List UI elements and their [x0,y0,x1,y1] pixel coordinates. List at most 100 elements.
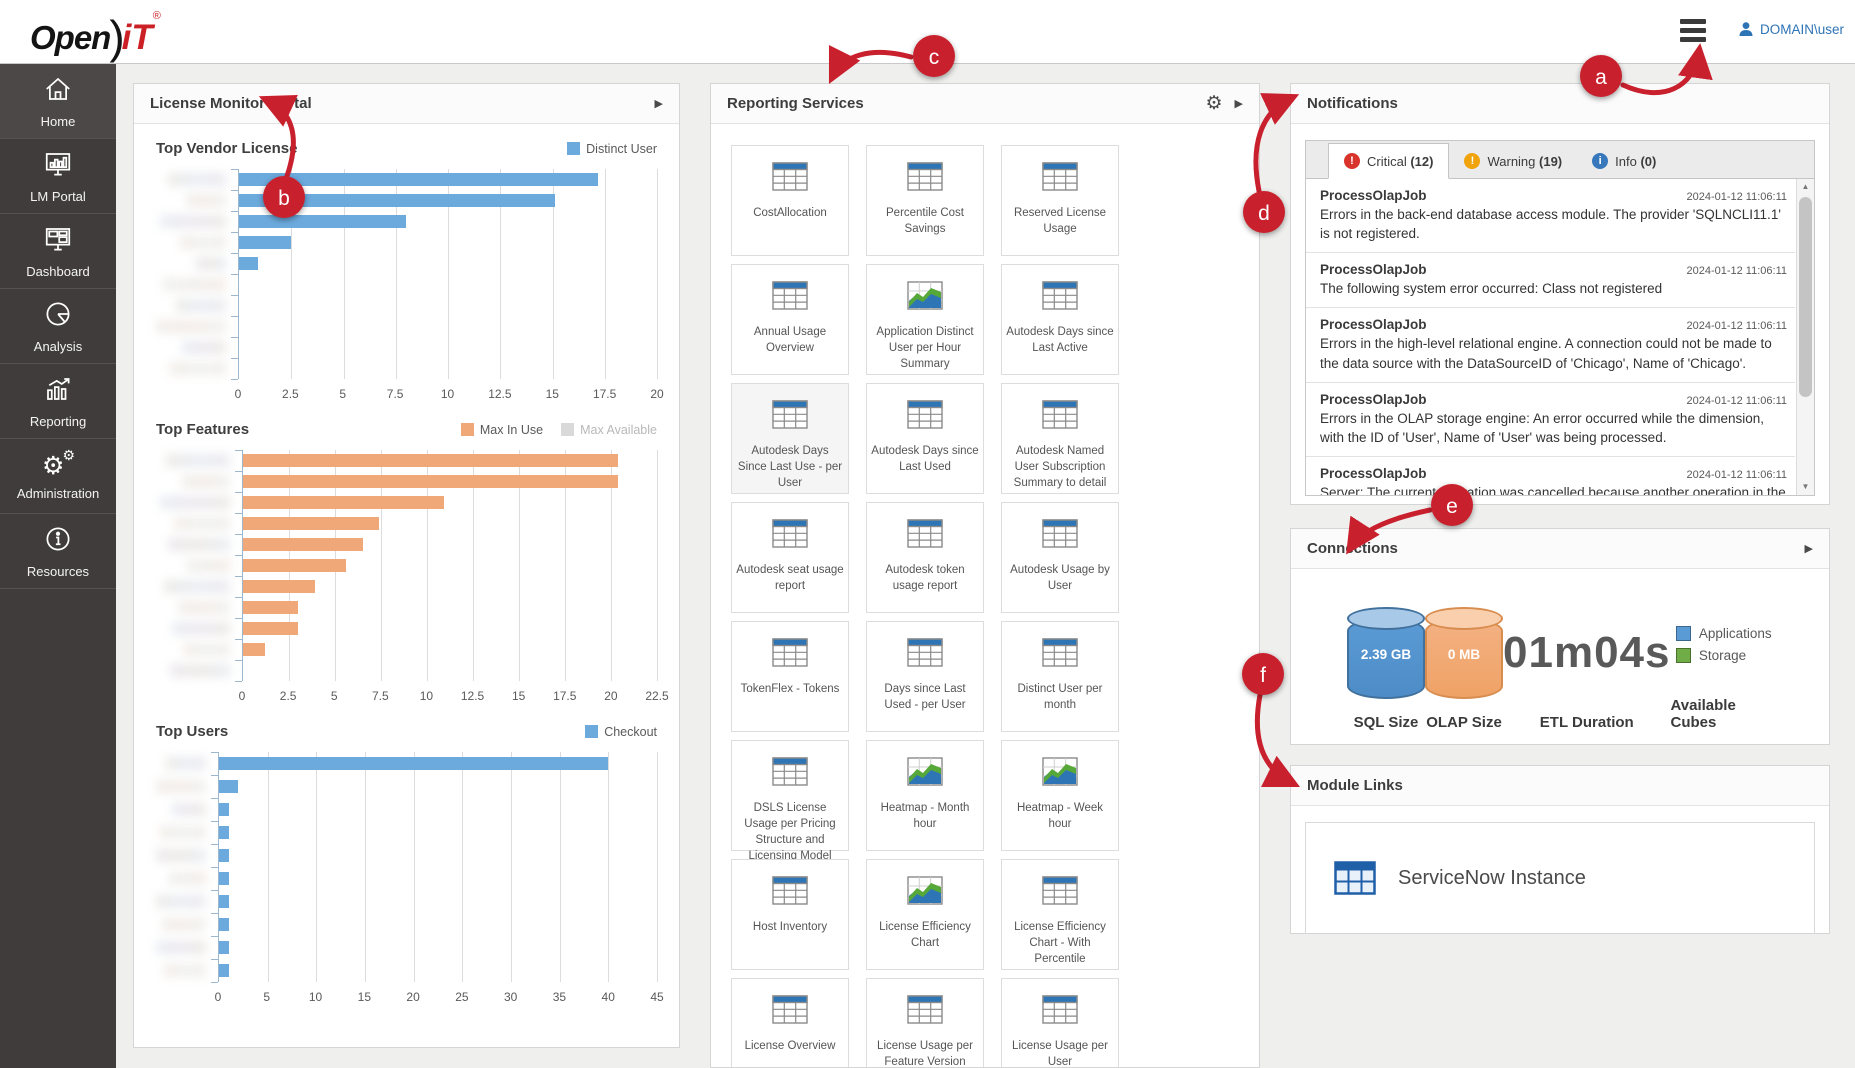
bar [243,475,619,488]
legend-item[interactable]: Checkout [585,725,657,739]
legend-label: Distinct User [586,141,657,156]
expand-panel-icon[interactable]: ▶ [655,97,663,110]
expand-panel-icon[interactable]: ▶ [1235,97,1243,110]
x-tick-label: 7.5 [371,689,389,703]
scrollbar-thumb[interactable] [1799,197,1812,397]
notifications-scrollbar[interactable]: ▲ ▼ [1796,179,1814,495]
report-tile[interactable]: Autodesk Days since Last Active [1001,264,1119,375]
expand-panel-icon[interactable]: ▶ [1805,542,1813,555]
sidebar-item-label: Analysis [33,338,83,354]
x-tick-label: 2.5 [279,689,297,703]
bar [219,941,229,954]
report-tile[interactable]: License Efficiency Chart - With Percenti… [1001,859,1119,970]
report-tile[interactable]: CostAllocation [731,145,849,256]
report-tile-label: License Usage per User [1012,1040,1108,1068]
etl-duration-value: 01m04s [1503,627,1671,677]
report-tile-label: Distinct User per month [1017,683,1103,711]
license-monitor-panel: License Monitor Portal ▶ Top Vendor Lice… [133,83,680,1048]
report-tile-label: License Efficiency Chart [879,921,971,949]
legend-item[interactable]: Max Available [561,423,657,437]
connections-header: Connections ▶ [1291,529,1829,569]
report-tile[interactable]: TokenFlex - Tokens [731,621,849,732]
report-chart-icon [907,876,943,910]
sidebar-item-label: LM Portal [30,188,86,204]
tab-warning[interactable]: ! Warning (19) [1449,144,1577,178]
report-tile[interactable]: License Efficiency Chart [866,859,984,970]
report-tile[interactable]: Autodesk seat usage report [731,502,849,613]
redacted-y-label [196,257,226,270]
notification-row[interactable]: ProcessOlapJob 2024-01-12 11:06:11 Errors … [1306,383,1795,458]
redacted-y-label [160,826,206,839]
scroll-down-icon[interactable]: ▼ [1797,479,1814,495]
tab-critical[interactable]: ! Critical (12) [1328,143,1450,179]
x-tick-label: 0 [214,990,222,1004]
sidebar-item-administration[interactable]: ⚙ ⚙ Administration [0,439,116,514]
bar [243,601,299,614]
panel-title: License Monitor Portal [150,95,312,112]
report-tile[interactable]: Annual Usage Overview [731,264,849,375]
report-tile[interactable]: License Usage per Feature Version [866,978,984,1067]
bar [219,803,229,816]
report-tile[interactable]: DSLS License Usage per Pricing Structure… [731,740,849,862]
legend-swatch-icon [561,423,575,436]
report-tile[interactable]: Heatmap - Week hour [1001,740,1119,851]
report-tile[interactable]: Autodesk Named User Subscription Summary… [1001,383,1119,494]
report-tile[interactable]: Application Distinct User per Hour Summa… [866,264,984,375]
redacted-y-label [186,559,230,572]
redacted-y-label [168,173,226,186]
notification-row[interactable]: ProcessOlapJob 2024-01-12 11:06:11 Errors … [1306,308,1795,383]
notification-list: ProcessOlapJob 2024-01-12 11:06:11 Errors … [1306,179,1814,495]
etl-duration-metric: 01m04s ETL Duration [1503,591,1671,732]
report-tile[interactable]: Host Inventory [731,859,849,970]
redacted-y-label [162,918,206,931]
sidebar-item-home[interactable]: Home [0,64,116,139]
legend-item[interactable]: Distinct User [567,142,657,156]
notification-row[interactable]: ProcessOlapJob 2024-01-12 11:06:11 Server:… [1306,457,1795,495]
sidebar-item-lm-portal[interactable]: LM Portal [0,139,116,214]
legend-label: Storage [1698,647,1747,663]
gear-icon[interactable]: ⚙ [1205,94,1222,113]
sidebar-item-resources[interactable]: Resources [0,514,116,589]
report-tile[interactable]: Distinct User per month [1001,621,1119,732]
sidebar-item-analysis[interactable]: Analysis [0,289,116,364]
sidebar-item-reporting[interactable]: Reporting [0,364,116,439]
report-tile[interactable]: Heatmap - Month hour [866,740,984,851]
servicenow-link[interactable]: ServiceNow Instance [1305,822,1815,933]
sidebar-item-label: Reporting [29,413,87,429]
report-tile[interactable]: License Usage per User [1001,978,1119,1068]
report-tile[interactable]: License Overview [731,978,849,1067]
report-tile[interactable]: Reserved License Usage [1001,145,1119,256]
chart-top-features: Top Features Max In Use Max Available 0 2.5 5… [134,405,679,707]
legend-item[interactable]: Max In Use [460,423,543,437]
tab-info[interactable]: i Info (0) [1577,144,1671,178]
report-tile-label: Autodesk Days since Last Used [871,445,979,473]
sidebar-item-dashboard[interactable]: Dashboard [0,214,116,289]
reporting-services-panel: Reporting Services ⚙ ▶ CostAllocation Per… [710,83,1260,1068]
hamburger-menu-icon[interactable] [1680,19,1706,45]
report-tile-label: Host Inventory [752,921,828,933]
report-tile[interactable]: Autodesk Days Since Last Use - per User [731,383,849,494]
notification-row[interactable]: ProcessOlapJob 2024-01-12 11:06:11 The fol… [1306,253,1795,309]
user-menu[interactable]: DOMAIN\user [1738,21,1844,37]
notification-source: ProcessOlapJob [1320,391,1427,407]
redacted-y-label [176,299,226,312]
legend-label: Applications [1698,625,1772,641]
report-tile[interactable]: Days since Last Used - per User [866,621,984,732]
notification-row[interactable]: ProcessOlapJob 2024-01-12 11:06:11 Errors … [1306,179,1795,254]
chart-title: Top Vendor License [156,140,298,157]
scroll-up-icon[interactable]: ▲ [1797,179,1814,195]
bar [219,918,229,931]
report-tile[interactable]: Autodesk Days since Last Used [866,383,984,494]
legend-swatch-icon [1675,647,1691,663]
x-tick-label: 5 [330,689,338,703]
report-tile[interactable]: Percentile Cost Savings [866,145,984,256]
report-tile[interactable]: Autodesk token usage report [866,502,984,613]
x-tick-label: 5 [339,387,347,401]
sidebar-item-label: Dashboard [26,263,90,279]
olap-size-label: OLAP Size [1426,714,1502,731]
report-tile[interactable]: Autodesk Usage by User [1001,502,1119,613]
x-tick-label: 15 [357,990,372,1004]
report-table-icon [772,519,808,553]
panel-title: Connections [1307,540,1398,557]
bar [243,517,380,530]
